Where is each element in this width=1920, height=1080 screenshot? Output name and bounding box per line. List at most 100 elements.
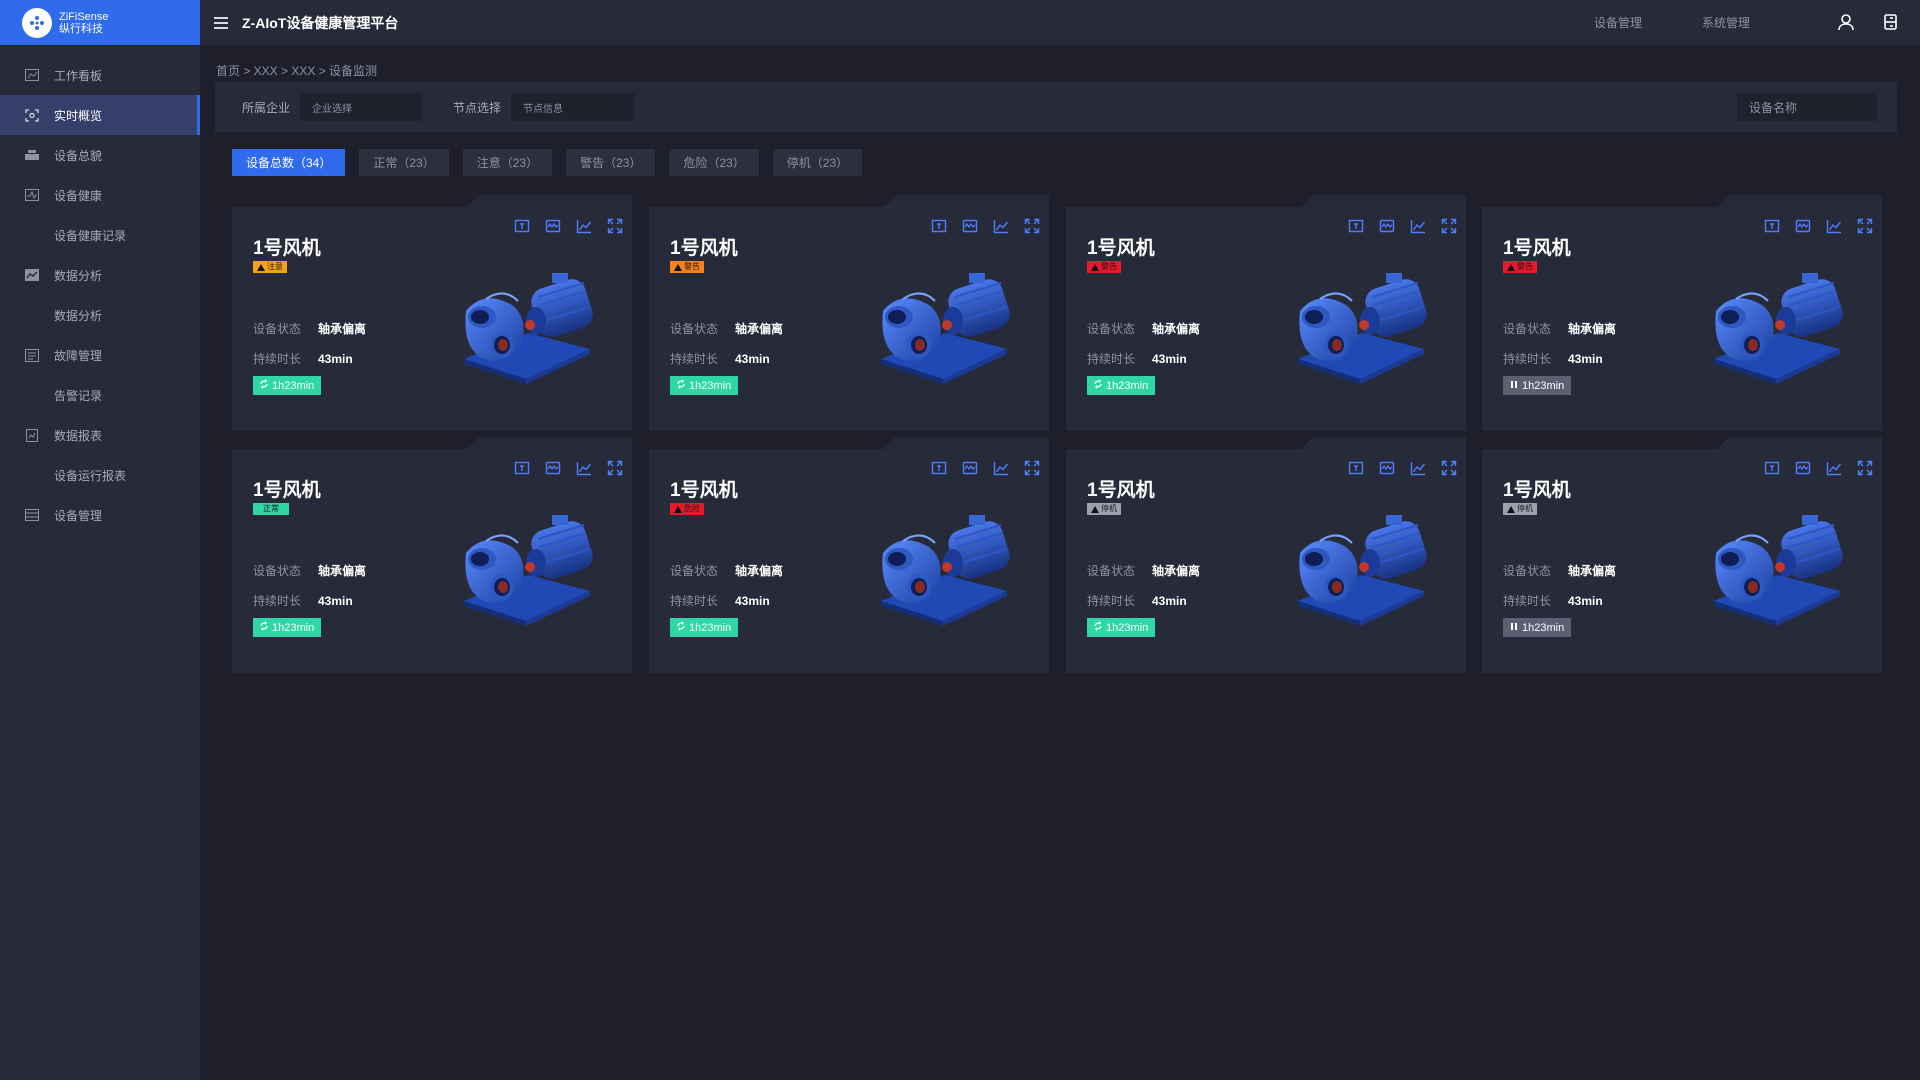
status-value: 轴承偏离	[318, 322, 367, 336]
top-link-system-manage[interactable]: 系统管理	[1702, 14, 1750, 31]
sidebar-item-label: 设备运行报表	[54, 468, 127, 483]
device-card[interactable]: 1号风机 危险 设备状态 轴承偏离 持续时长 43min 1h23min	[649, 437, 1049, 673]
refresh-icon	[260, 379, 268, 392]
refresh-icon	[677, 621, 685, 634]
info-icon[interactable]	[1763, 459, 1781, 477]
duration-value: 43min	[1568, 352, 1603, 366]
waveform-icon[interactable]	[1378, 217, 1396, 235]
runtime-badge: 1h23min	[1503, 376, 1572, 395]
info-icon[interactable]	[1763, 217, 1781, 235]
sidebar-item-analysis-sub[interactable]: 数据分析	[0, 295, 200, 335]
duration-label: 持续时长	[670, 594, 719, 608]
device-name: 1号风机	[253, 480, 321, 501]
sidebar-item-health[interactable]: 设备健康	[0, 175, 200, 215]
fullscreen-icon[interactable]	[1856, 217, 1874, 235]
trend-chart-icon[interactable]	[1409, 459, 1427, 477]
sidebar-item-device-manage[interactable]: 设备管理	[0, 495, 200, 535]
sidebar-item-realtime[interactable]: 实时概览	[0, 95, 200, 135]
sidebar-item-alarm-records[interactable]: 告警记录	[0, 375, 200, 415]
tab-total[interactable]: 设备总数（34）	[232, 149, 346, 176]
tab-warning[interactable]: 警告（23）	[566, 149, 656, 176]
status-value: 轴承偏离	[1568, 322, 1617, 336]
waveform-icon[interactable]	[961, 459, 979, 477]
runtime-badge: 1h23min	[670, 618, 739, 637]
fullscreen-icon[interactable]	[1440, 459, 1458, 477]
duration-value: 43min	[735, 352, 770, 366]
duration-row: 持续时长 43min	[1503, 350, 1603, 367]
sidebar-item-fault[interactable]: 故障管理	[0, 335, 200, 375]
status-badge: 警告	[1503, 261, 1537, 273]
status-badge: 危险	[670, 503, 704, 515]
menu-toggle-icon[interactable]	[214, 16, 228, 29]
tab-stopped[interactable]: 停机（23）	[772, 149, 863, 176]
sidebar-item-label: 设备健康	[54, 188, 103, 203]
refresh-icon	[1094, 379, 1102, 392]
device-name-input[interactable]: 设备名称	[1737, 93, 1877, 121]
tab-attention[interactable]: 注意（23）	[462, 149, 553, 176]
device-card[interactable]: 1号风机 警告 设备状态 轴承偏离 持续时长 43min 1h23min	[1066, 195, 1466, 431]
top-link-device-manage[interactable]: 设备管理	[1594, 14, 1642, 31]
logo[interactable]: ZiFiSense 纵行科技	[0, 0, 200, 45]
waveform-icon[interactable]	[544, 217, 562, 235]
node-select[interactable]: 节点信息	[511, 93, 636, 121]
trend-chart-icon[interactable]	[1409, 217, 1427, 235]
info-icon[interactable]	[513, 217, 531, 235]
status-label: 设备状态	[1503, 322, 1552, 336]
warning-triangle-icon	[674, 505, 682, 513]
info-icon[interactable]	[1347, 217, 1365, 235]
duration-value: 43min	[735, 594, 770, 608]
tab-normal[interactable]: 正常（23）	[359, 149, 449, 176]
status-badge-label: 警告	[684, 262, 700, 271]
fullscreen-icon[interactable]	[1440, 217, 1458, 235]
trend-chart-icon[interactable]	[1825, 459, 1843, 477]
fault-icon	[24, 348, 39, 362]
fullscreen-icon[interactable]	[1023, 459, 1041, 477]
sidebar-item-health-records[interactable]: 设备健康记录	[0, 215, 200, 255]
fullscreen-icon[interactable]	[606, 459, 624, 477]
waveform-icon[interactable]	[961, 217, 979, 235]
info-icon[interactable]	[1347, 459, 1365, 477]
device-card[interactable]: 1号风机 停机 设备状态 轴承偏离 持续时长 43min 1h23min	[1066, 437, 1466, 673]
company-select[interactable]: 企业选择	[300, 93, 423, 121]
trend-chart-icon[interactable]	[992, 217, 1010, 235]
fullscreen-icon[interactable]	[606, 217, 624, 235]
fullscreen-icon[interactable]	[1856, 459, 1874, 477]
info-icon[interactable]	[930, 459, 948, 477]
sidebar-item-report[interactable]: 数据报表	[0, 415, 200, 455]
sidebar-item-dashboard[interactable]: 工作看板	[0, 55, 200, 95]
filter-bar: 所属企业 企业选择 节点选择 节点信息 设备名称	[215, 82, 1897, 132]
device-card[interactable]: 1号风机 停机 设备状态 轴承偏离 持续时长 43min 1h23min	[1482, 437, 1882, 673]
trend-chart-icon[interactable]	[575, 217, 593, 235]
trend-chart-icon[interactable]	[575, 459, 593, 477]
company-label: 所属企业	[242, 100, 291, 115]
device-card[interactable]: 1号风机 警告 设备状态 轴承偏离 持续时长 43min 1h23min	[1482, 195, 1882, 431]
status-label: 设备状态	[1503, 564, 1552, 578]
exit-icon[interactable]	[1882, 13, 1900, 31]
sidebar-item-analysis[interactable]: 数据分析	[0, 255, 200, 295]
sidebar-item-run-report[interactable]: 设备运行报表	[0, 455, 200, 495]
sidebar-nav: 工作看板 实时概览 设备总貌 设备健康 设备健康记录 数据分析 数据分析 故障管…	[0, 45, 200, 535]
tab-danger[interactable]: 危险（23）	[669, 149, 759, 176]
sidebar: ZiFiSense 纵行科技 工作看板 实时概览 设备总貌 设备健康 设备健康记…	[0, 0, 200, 1080]
refresh-icon	[260, 621, 268, 634]
device-card[interactable]: 1号风机 正常 设备状态 轴承偏离 持续时长 43min 1h23min	[232, 437, 632, 673]
device-card[interactable]: 1号风机 警告 设备状态 轴承偏离 持续时长 43min 1h23min	[649, 195, 1049, 431]
device-card[interactable]: 1号风机 注意 设备状态 轴承偏离 持续时长 43min 1h23min	[232, 195, 632, 431]
status-value: 轴承偏离	[735, 564, 784, 578]
devices-icon	[24, 149, 39, 162]
app-title: Z-AIoT设备健康管理平台	[242, 14, 399, 31]
info-icon[interactable]	[513, 459, 531, 477]
info-icon[interactable]	[930, 217, 948, 235]
duration-row: 持续时长 43min	[1087, 592, 1187, 609]
waveform-icon[interactable]	[1794, 459, 1812, 477]
fullscreen-icon[interactable]	[1023, 217, 1041, 235]
user-icon[interactable]	[1837, 13, 1855, 31]
sidebar-item-overview[interactable]: 设备总貌	[0, 135, 200, 175]
trend-chart-icon[interactable]	[1825, 217, 1843, 235]
status-badge: 正常	[253, 503, 289, 515]
duration-label: 持续时长	[1087, 594, 1136, 608]
waveform-icon[interactable]	[1378, 459, 1396, 477]
waveform-icon[interactable]	[1794, 217, 1812, 235]
trend-chart-icon[interactable]	[992, 459, 1010, 477]
waveform-icon[interactable]	[544, 459, 562, 477]
